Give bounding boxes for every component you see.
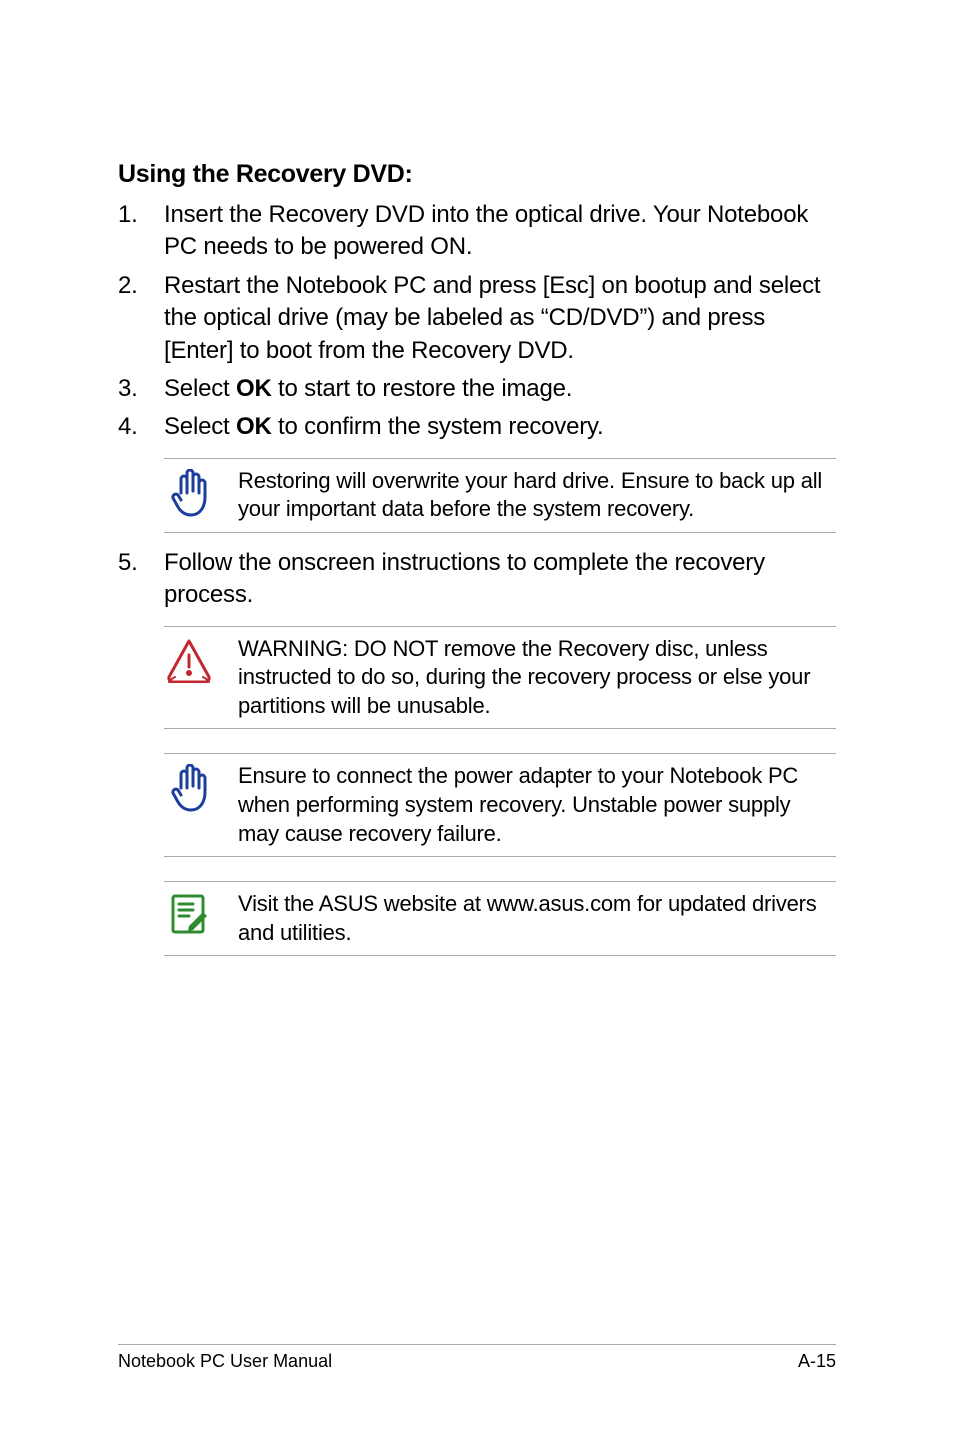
step-number: 4. — [118, 411, 138, 443]
callout-important-2: Ensure to connect the power adapter to y… — [164, 753, 836, 857]
step-number: 3. — [118, 373, 138, 405]
callout-warning: WARNING: DO NOT remove the Recovery disc… — [164, 626, 836, 730]
step-4: 4. Select OK to confirm the system recov… — [118, 411, 836, 443]
callout-text: WARNING: DO NOT remove the Recovery disc… — [238, 635, 836, 721]
step-2: 2. Restart the Notebook PC and press [Es… — [118, 270, 836, 367]
step-text-bold: OK — [236, 413, 272, 440]
callout-text: Ensure to connect the power adapter to y… — [238, 762, 836, 848]
steps-list-continued: 5. Follow the onscreen instructions to c… — [118, 547, 836, 612]
step-text-bold: OK — [236, 375, 272, 402]
step-text-post: to confirm the system recovery. — [272, 413, 604, 440]
step-number: 5. — [118, 547, 138, 579]
callout-note: Visit the ASUS website at www.asus.com f… — [164, 881, 836, 956]
step-text: Insert the Recovery DVD into the optical… — [164, 201, 808, 260]
hand-icon — [164, 762, 214, 814]
step-text-pre: Select — [164, 375, 236, 402]
warning-icon — [164, 635, 214, 683]
steps-list: 1. Insert the Recovery DVD into the opti… — [118, 199, 836, 444]
step-number: 2. — [118, 270, 138, 302]
hand-icon — [164, 467, 214, 519]
step-number: 1. — [118, 199, 138, 231]
section-heading: Using the Recovery DVD: — [118, 160, 836, 189]
footer-page-number: A-15 — [798, 1351, 836, 1372]
step-text: Follow the onscreen instructions to comp… — [164, 549, 765, 608]
step-1: 1. Insert the Recovery DVD into the opti… — [118, 199, 836, 264]
step-text-post: to start to restore the image. — [272, 375, 573, 402]
callout-text: Visit the ASUS website at www.asus.com f… — [238, 890, 836, 947]
footer-title: Notebook PC User Manual — [118, 1351, 332, 1372]
step-5: 5. Follow the onscreen instructions to c… — [118, 547, 836, 612]
callout-important-1: Restoring will overwrite your hard drive… — [164, 458, 836, 533]
callout-text: Restoring will overwrite your hard drive… — [238, 467, 836, 524]
page-footer: Notebook PC User Manual A-15 — [118, 1344, 836, 1372]
note-icon — [164, 890, 214, 936]
step-text: Restart the Notebook PC and press [Esc] … — [164, 272, 820, 364]
step-3: 3. Select OK to start to restore the ima… — [118, 373, 836, 405]
step-text-pre: Select — [164, 413, 236, 440]
